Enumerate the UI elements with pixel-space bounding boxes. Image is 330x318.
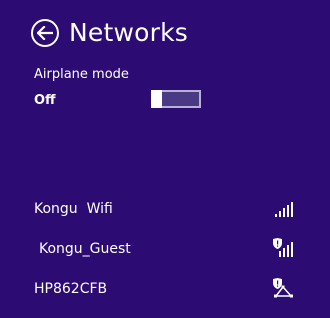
wifi-signal-full-icon: [275, 202, 293, 217]
network-item-hp862cfb[interactable]: HP862CFB: [0, 274, 330, 304]
airplane-mode-label: Airplane mode: [34, 67, 129, 82]
wifi-signal-shield-icon: [273, 238, 293, 257]
airplane-mode-toggle[interactable]: [151, 90, 201, 108]
airplane-mode-state: Off: [34, 93, 56, 108]
page-title: Networks: [69, 18, 189, 47]
arrow-left-icon: [37, 26, 53, 40]
header: Networks: [31, 18, 188, 48]
toggle-thumb: [151, 90, 162, 108]
network-name: HP862CFB: [34, 281, 108, 297]
network-name: Kongu_Guest: [39, 241, 131, 257]
network-name: Kongu Wifi: [34, 201, 113, 217]
network-item-kongu-wifi[interactable]: Kongu Wifi: [0, 194, 330, 224]
back-button[interactable]: [31, 19, 59, 47]
network-shield-icon: [273, 278, 293, 298]
network-item-kongu-guest[interactable]: Kongu_Guest: [0, 234, 330, 264]
